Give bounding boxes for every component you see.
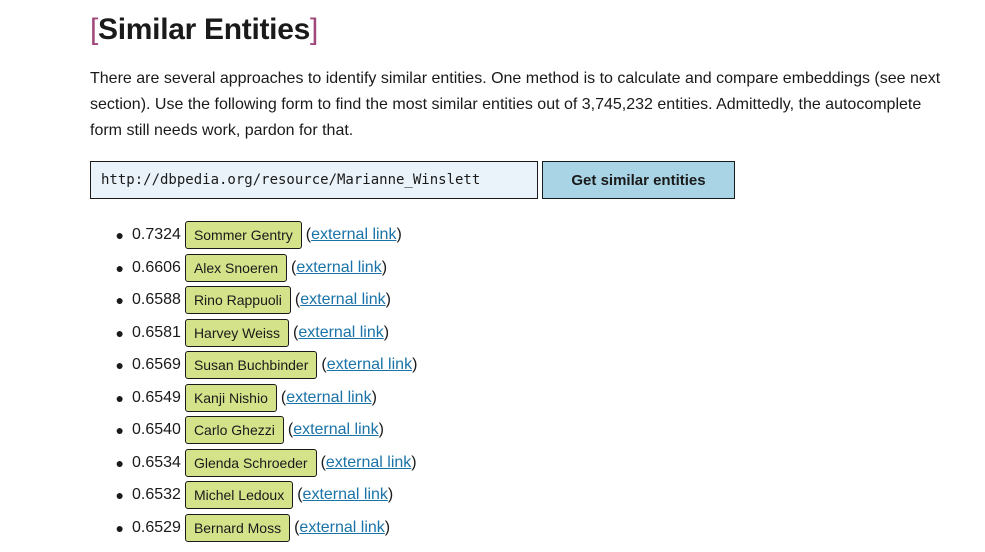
similarity-score: 0.6588 (132, 291, 181, 309)
external-link-wrapper: (external link) (321, 356, 418, 374)
external-link[interactable]: external link (311, 226, 396, 243)
entity-tag[interactable]: Glenda Schroeder (184, 448, 317, 477)
result-item: ● 0.6529 Bernard Moss (external link) (90, 512, 417, 545)
similarity-score: 0.6606 (132, 258, 181, 276)
similarity-score: 0.6581 (132, 323, 181, 341)
entity-tag[interactable]: Kanji Nishio (184, 383, 277, 412)
bullet-icon: ● (115, 389, 124, 406)
bullet-icon: ● (115, 454, 124, 471)
bullet-icon: ● (115, 487, 124, 504)
external-link-wrapper: (external link) (294, 518, 391, 536)
entity-tag[interactable]: Harvey Weiss (184, 318, 290, 347)
bullet-icon: ● (115, 292, 124, 309)
entity-tag[interactable]: Sommer Gentry (184, 221, 302, 250)
entity-url-input[interactable] (90, 161, 538, 199)
external-link-wrapper: (external link) (293, 323, 390, 341)
similarity-score: 0.6529 (132, 518, 181, 536)
similarity-score: 0.6534 (132, 453, 181, 471)
result-item: ● 0.6532 Michel Ledoux (external link) (90, 479, 417, 512)
external-link[interactable]: external link (299, 519, 384, 536)
similarity-score: 0.6540 (132, 421, 181, 439)
external-link[interactable]: external link (327, 356, 412, 373)
external-link-wrapper: (external link) (297, 486, 394, 504)
section-description: There are several approaches to identify… (90, 70, 941, 139)
external-link[interactable]: external link (303, 486, 388, 503)
heading-open-bracket: [ (90, 13, 99, 46)
external-link[interactable]: external link (326, 454, 411, 471)
external-link[interactable]: external link (298, 324, 383, 341)
external-link-wrapper: (external link) (305, 226, 402, 244)
external-link-wrapper: (external link) (291, 258, 388, 276)
result-item: ● 0.7324 Sommer Gentry (external link) (90, 219, 417, 252)
entity-tag[interactable]: Bernard Moss (184, 513, 291, 542)
result-item: ● 0.6569 Susan Buchbinder (external link) (90, 349, 417, 382)
similar-entities-list: ● 0.7324 Sommer Gentry (external link) ● 0.66… (90, 219, 417, 544)
external-link[interactable]: external link (286, 389, 371, 406)
bullet-icon: ● (115, 324, 124, 341)
entity-tag[interactable]: Michel Ledoux (184, 481, 294, 510)
external-link-wrapper: (external link) (294, 291, 391, 309)
entity-tag[interactable]: Carlo Ghezzi (184, 416, 284, 445)
bullet-icon: ● (115, 519, 124, 536)
similarity-score: 0.7324 (132, 226, 181, 244)
get-similar-entities-button[interactable]: Get similar entities (542, 161, 735, 199)
bullet-icon: ● (115, 422, 124, 439)
result-item: ● 0.6534 Glenda Schroeder (external link) (90, 447, 417, 480)
external-link[interactable]: external link (296, 259, 381, 276)
similarity-score: 0.6532 (132, 486, 181, 504)
entity-tag[interactable]: Rino Rappuoli (184, 286, 291, 315)
heading-close-bracket: ] (310, 13, 319, 46)
similarity-score: 0.6549 (132, 388, 181, 406)
external-link[interactable]: external link (300, 291, 385, 308)
heading-title: Similar Entities (98, 13, 310, 46)
similarity-score: 0.6569 (132, 356, 181, 374)
entity-tag[interactable]: Susan Buchbinder (184, 351, 318, 380)
result-item: ● 0.6588 Rino Rappuoli (external link) (90, 284, 417, 317)
entity-tag[interactable]: Alex Snoeren (184, 253, 287, 282)
result-item: ● 0.6549 Kanji Nishio (external link) (90, 382, 417, 415)
similar-entities-form: Get similar entities (90, 161, 735, 199)
external-link-wrapper: (external link) (280, 388, 377, 406)
bullet-icon: ● (115, 227, 124, 244)
bullet-icon: ● (115, 357, 124, 374)
external-link[interactable]: external link (293, 421, 378, 438)
result-item: ● 0.6606 Alex Snoeren (external link) (90, 252, 417, 285)
result-item: ● 0.6581 Harvey Weiss (external link) (90, 317, 417, 350)
section-heading: [Similar Entities] (90, 10, 318, 50)
bullet-icon: ● (115, 259, 124, 276)
external-link-wrapper: (external link) (320, 453, 417, 471)
result-item: ● 0.6540 Carlo Ghezzi (external link) (90, 414, 417, 447)
external-link-wrapper: (external link) (287, 421, 384, 439)
